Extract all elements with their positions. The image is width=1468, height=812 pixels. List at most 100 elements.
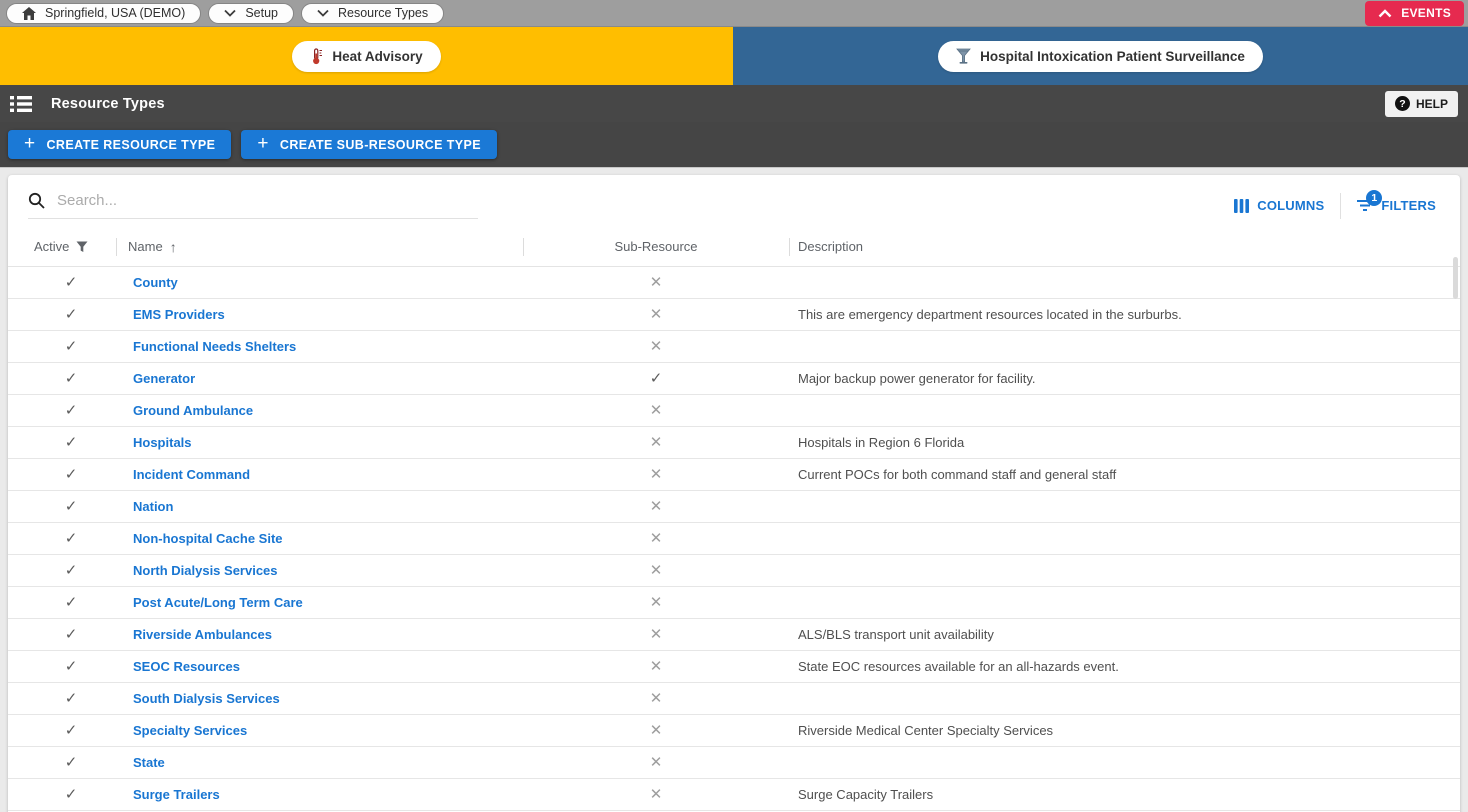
name-header-label: Name	[128, 239, 163, 254]
help-button[interactable]: ? HELP	[1385, 91, 1458, 117]
description-header-label: Description	[798, 239, 863, 254]
resource-name-link[interactable]: State	[116, 755, 165, 770]
table-row[interactable]: ✓ Nation ✕	[8, 491, 1460, 523]
resource-name-link[interactable]: Post Acute/Long Term Care	[116, 595, 303, 610]
resource-name-link[interactable]: County	[116, 275, 178, 290]
resource-name-link[interactable]: SEOC Resources	[116, 659, 240, 674]
sub-resource-header-label: Sub-Resource	[614, 239, 697, 254]
column-header-description[interactable]: Description	[789, 227, 1460, 266]
active-mark: ✓	[65, 403, 78, 418]
sub-resource-mark: ✕	[650, 595, 663, 610]
action-toolbar: + CREATE RESOURCE TYPE + CREATE SUB-RESO…	[0, 122, 1468, 168]
table-row[interactable]: ✓ Post Acute/Long Term Care ✕	[8, 587, 1460, 619]
sub-resource-mark: ✕	[650, 403, 663, 418]
resource-types-menu-label: Resource Types	[338, 6, 428, 20]
table-row[interactable]: ✓ North Dialysis Services ✕	[8, 555, 1460, 587]
resource-name-link[interactable]: Ground Ambulance	[116, 403, 253, 418]
column-header-active[interactable]: Active	[26, 227, 116, 266]
create-resource-type-button[interactable]: + CREATE RESOURCE TYPE	[8, 130, 231, 159]
sub-resource-mark: ✕	[650, 499, 663, 514]
row-description: Riverside Medical Center Specialty Servi…	[789, 723, 1460, 738]
filters-button[interactable]: 1 FILTERS	[1347, 192, 1446, 219]
heat-advisory-label: Heat Advisory	[332, 49, 422, 64]
table-view-controls: COLUMNS 1 FILTERS	[1224, 192, 1446, 219]
resource-name-link[interactable]: Generator	[116, 371, 195, 386]
chevron-down-icon	[317, 9, 329, 17]
table-row[interactable]: ✓ Functional Needs Shelters ✕	[8, 331, 1460, 363]
columns-label: COLUMNS	[1257, 198, 1324, 213]
active-mark: ✓	[65, 691, 78, 706]
resource-name-link[interactable]: Surge Trailers	[116, 787, 220, 802]
context-selector-button[interactable]: Springfield, USA (DEMO)	[6, 3, 201, 24]
create-resource-type-label: CREATE RESOURCE TYPE	[47, 138, 216, 152]
resource-name-link[interactable]: Hospitals	[116, 435, 192, 450]
resource-name-link[interactable]: Riverside Ambulances	[116, 627, 272, 642]
setup-menu-button[interactable]: Setup	[208, 3, 294, 24]
thermometer-icon	[310, 48, 323, 65]
resource-name-link[interactable]: North Dialysis Services	[116, 563, 278, 578]
row-description: Surge Capacity Trailers	[789, 787, 1460, 802]
surveillance-button[interactable]: Hospital Intoxication Patient Surveillan…	[938, 41, 1263, 72]
active-mark: ✓	[65, 499, 78, 514]
resource-name-link[interactable]: Nation	[116, 499, 173, 514]
heat-advisory-banner: Heat Advisory	[0, 27, 733, 85]
sort-ascending-icon: ↑	[170, 239, 177, 255]
table-row[interactable]: ✓ Riverside Ambulances ✕ ALS/BLS transpo…	[8, 619, 1460, 651]
resource-name-link[interactable]: Specialty Services	[116, 723, 247, 738]
create-sub-resource-type-button[interactable]: + CREATE SUB-RESOURCE TYPE	[241, 130, 497, 159]
resource-name-link[interactable]: Non-hospital Cache Site	[116, 531, 283, 546]
table-row[interactable]: ✓ SEOC Resources ✕ State EOC resources a…	[8, 651, 1460, 683]
events-button[interactable]: EVENTS	[1365, 1, 1464, 26]
heat-advisory-button[interactable]: Heat Advisory	[292, 41, 440, 72]
resource-name-link[interactable]: Functional Needs Shelters	[116, 339, 296, 354]
table-row[interactable]: ✓ Incident Command ✕ Current POCs for bo…	[8, 459, 1460, 491]
intoxication-icon	[956, 48, 971, 64]
top-navigation-bar: Springfield, USA (DEMO) Setup Resource T…	[0, 0, 1468, 27]
columns-icon	[1234, 199, 1249, 213]
active-header-label: Active	[34, 239, 69, 254]
columns-button[interactable]: COLUMNS	[1224, 192, 1334, 219]
table-row[interactable]: ✓ Specialty Services ✕ Riverside Medical…	[8, 715, 1460, 747]
filters-label: FILTERS	[1381, 198, 1436, 213]
resource-name-link[interactable]: South Dialysis Services	[116, 691, 280, 706]
row-description: Hospitals in Region 6 Florida	[789, 435, 1460, 450]
sub-resource-mark: ✕	[650, 659, 663, 674]
sub-resource-mark: ✕	[650, 723, 663, 738]
row-description: This are emergency department resources …	[789, 307, 1460, 322]
list-menu-icon[interactable]	[10, 95, 32, 113]
table-row[interactable]: ✓ Surge Trailers ✕ Surge Capacity Traile…	[8, 779, 1460, 811]
page-content-area: COLUMNS 1 FILTERS Active	[0, 168, 1468, 812]
table-row[interactable]: ✓ Generator ✓ Major backup power generat…	[8, 363, 1460, 395]
sub-resource-mark: ✕	[650, 563, 663, 578]
table-row[interactable]: ✓ EMS Providers ✕ This are emergency dep…	[8, 299, 1460, 331]
question-mark-icon: ?	[1395, 96, 1410, 111]
table-row[interactable]: ✓ Ground Ambulance ✕	[8, 395, 1460, 427]
setup-menu-label: Setup	[245, 6, 278, 20]
table-row[interactable]: ✓ South Dialysis Services ✕	[8, 683, 1460, 715]
filter-funnel-icon[interactable]	[76, 241, 88, 253]
column-header-name[interactable]: Name ↑	[116, 227, 523, 266]
resource-name-link[interactable]: EMS Providers	[116, 307, 225, 322]
table-row[interactable]: ✓ State ✕	[8, 747, 1460, 779]
search-field	[28, 192, 478, 219]
home-icon	[22, 7, 36, 20]
search-icon	[28, 192, 45, 209]
scrollbar-thumb[interactable]	[1453, 257, 1458, 299]
table-controls-row: COLUMNS 1 FILTERS	[8, 175, 1460, 223]
resource-name-link[interactable]: Incident Command	[116, 467, 250, 482]
active-mark: ✓	[65, 435, 78, 450]
table-body: ✓ County ✕ ✓ EMS Providers ✕ This are em…	[8, 267, 1460, 811]
active-mark: ✓	[65, 339, 78, 354]
help-label: HELP	[1416, 97, 1448, 111]
search-input[interactable]	[57, 192, 478, 209]
table-row[interactable]: ✓ County ✕	[8, 267, 1460, 299]
active-mark: ✓	[65, 275, 78, 290]
resource-types-menu-button[interactable]: Resource Types	[301, 3, 444, 24]
table-row[interactable]: ✓ Non-hospital Cache Site ✕	[8, 523, 1460, 555]
active-mark: ✓	[65, 371, 78, 386]
sub-resource-mark: ✕	[650, 627, 663, 642]
active-mark: ✓	[65, 563, 78, 578]
column-header-sub-resource[interactable]: Sub-Resource	[523, 227, 789, 266]
table-row[interactable]: ✓ Hospitals ✕ Hospitals in Region 6 Flor…	[8, 427, 1460, 459]
sub-resource-mark: ✕	[650, 307, 663, 322]
